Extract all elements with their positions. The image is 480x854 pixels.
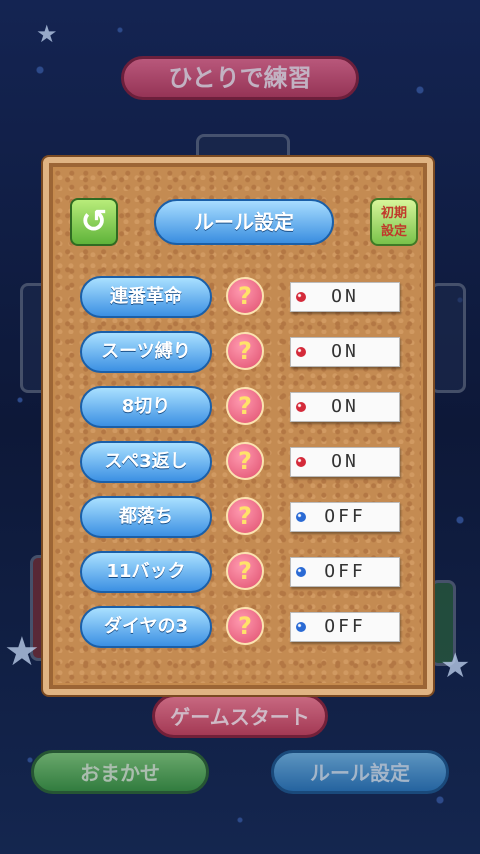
toggle-state: OFF — [324, 561, 366, 582]
rule-row: 11バック ? OFF — [49, 551, 439, 595]
game-start-button: ゲームスタート — [152, 694, 328, 738]
rule-label-button[interactable]: スペ3返し — [80, 441, 212, 483]
rule-settings-button: ルール設定 — [271, 750, 449, 794]
rule-settings-panel: ↺ ルール設定 初期 設定 連番革命 ? ON スーツ縛り ? ON 8切り ?… — [43, 157, 433, 695]
rule-row: 連番革命 ? ON — [49, 276, 439, 320]
omakase-button: おまかせ — [31, 750, 209, 794]
pin-icon — [296, 457, 306, 467]
rule-toggle[interactable]: OFF — [290, 502, 400, 532]
reset-label-line1: 初期 — [380, 206, 407, 221]
help-icon[interactable]: ? — [226, 277, 264, 315]
rule-label-button[interactable]: 連番革命 — [80, 276, 212, 318]
help-icon[interactable]: ? — [226, 332, 264, 370]
rule-toggle[interactable]: ON — [290, 392, 400, 422]
panel-title: ルール設定 — [154, 199, 334, 245]
help-icon[interactable]: ? — [226, 552, 264, 590]
pin-icon — [296, 567, 306, 577]
pin-icon — [296, 402, 306, 412]
reset-defaults-button[interactable]: 初期 設定 — [370, 198, 418, 246]
rule-toggle[interactable]: ON — [290, 337, 400, 367]
pin-icon — [296, 622, 306, 632]
rule-toggle[interactable]: OFF — [290, 612, 400, 642]
rule-row: 都落ち ? OFF — [49, 496, 439, 540]
rule-row: ダイヤの3 ? OFF — [49, 606, 439, 650]
rule-toggle[interactable]: ON — [290, 282, 400, 312]
help-icon[interactable]: ? — [226, 497, 264, 535]
toggle-state: ON — [331, 451, 359, 472]
back-button[interactable]: ↺ — [70, 198, 118, 246]
back-arrow-icon: ↺ — [80, 202, 108, 240]
rule-toggle[interactable]: OFF — [290, 557, 400, 587]
help-icon[interactable]: ? — [226, 387, 264, 425]
toggle-state: OFF — [324, 616, 366, 637]
toggle-state: ON — [331, 341, 359, 362]
rule-toggle[interactable]: ON — [290, 447, 400, 477]
help-icon[interactable]: ? — [226, 607, 264, 645]
rule-label-button[interactable]: ダイヤの3 — [80, 606, 212, 648]
rule-label-button[interactable]: スーツ縛り — [80, 331, 212, 373]
rule-row: スーツ縛り ? ON — [49, 331, 439, 375]
practice-mode-button: ひとりで練習 — [121, 56, 359, 100]
toggle-state: ON — [331, 286, 359, 307]
toggle-state: ON — [331, 396, 359, 417]
rule-label-button[interactable]: 8切り — [80, 386, 212, 428]
rule-row: 8切り ? ON — [49, 386, 439, 430]
rule-row: スペ3返し ? ON — [49, 441, 439, 485]
star-icon: ★ — [36, 20, 58, 48]
toggle-state: OFF — [324, 506, 366, 527]
reset-label-line2: 設定 — [380, 224, 407, 239]
star-icon: ★ — [4, 629, 40, 675]
star-icon: ★ — [440, 646, 471, 686]
rule-label-button[interactable]: 11バック — [80, 551, 212, 593]
pin-icon — [296, 512, 306, 522]
pin-icon — [296, 347, 306, 357]
help-icon[interactable]: ? — [226, 442, 264, 480]
pin-icon — [296, 292, 306, 302]
rule-label-button[interactable]: 都落ち — [80, 496, 212, 538]
